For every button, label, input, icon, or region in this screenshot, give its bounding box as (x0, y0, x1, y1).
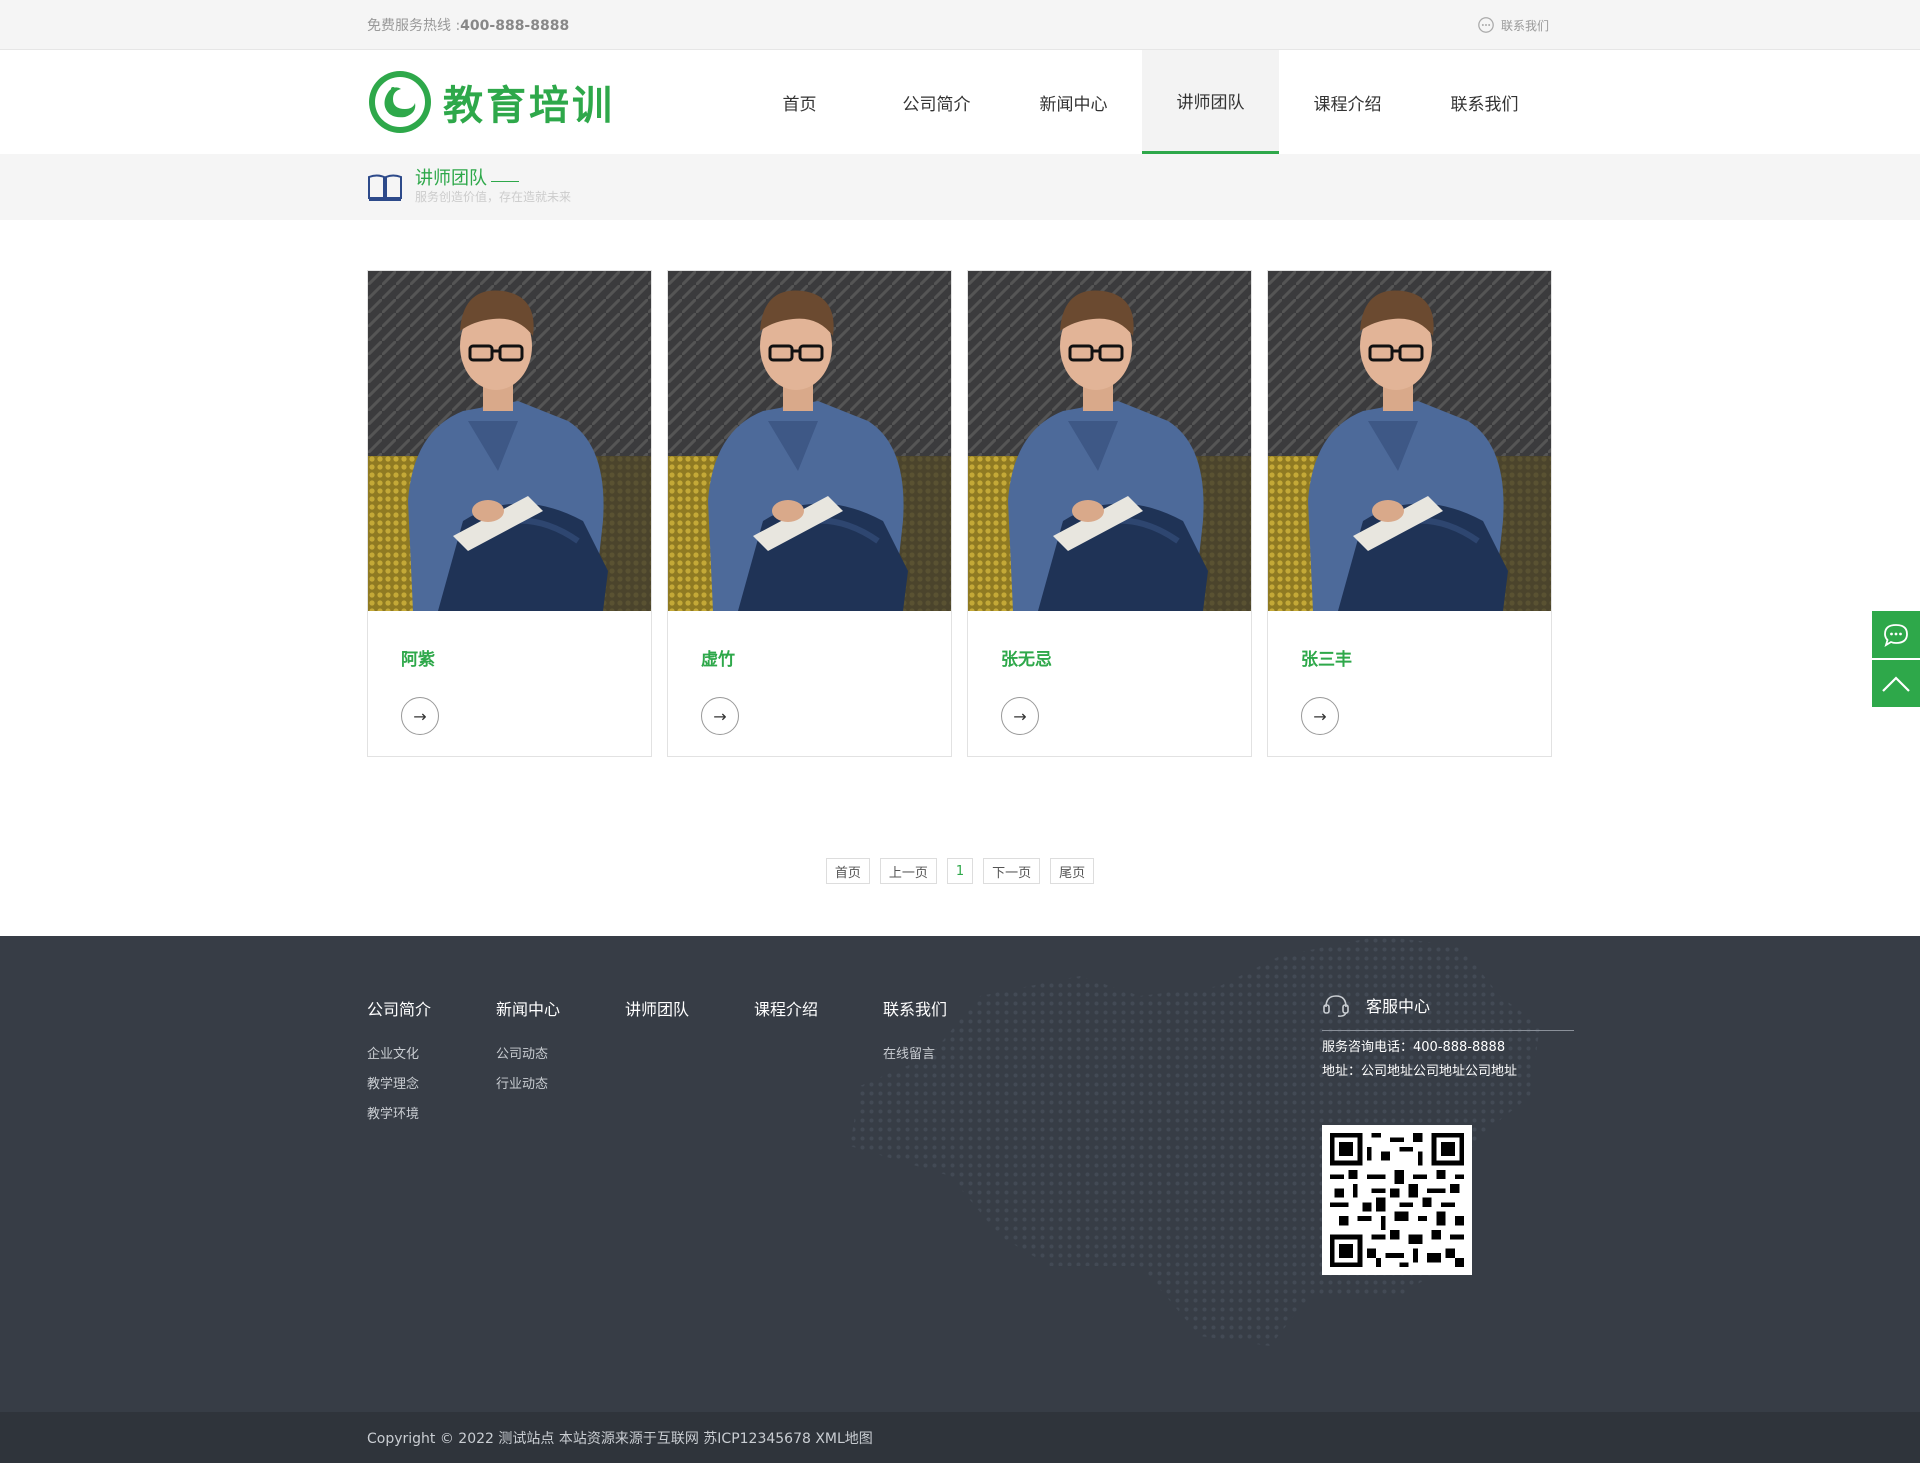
teacher-name[interactable]: 阿紫 (401, 645, 618, 670)
top-contact-label: 联系我们 (1500, 18, 1549, 33)
teacher-name[interactable]: 张无忌 (1001, 645, 1218, 670)
hotline: 免费服务热线 :400-888-8888 (367, 15, 569, 35)
nav-item-courses[interactable]: 课程介绍 (1279, 50, 1416, 154)
more-arrow-button[interactable]: → (1001, 697, 1039, 735)
online-chat-button[interactable] (1872, 611, 1920, 658)
teacher-photo[interactable] (968, 271, 1251, 611)
copyright-text: Copyright © 2022 测试站点 本站资源来源于互联网 苏ICP123… (367, 1430, 873, 1447)
footer-column: 联系我们 在线留言 (883, 996, 1012, 1130)
footer-link[interactable]: 教学理念 (367, 1070, 496, 1100)
teacher-photo-image (968, 271, 1251, 611)
qr-code (1322, 1125, 1472, 1275)
back-to-top-button[interactable] (1872, 660, 1920, 707)
teacher-photo[interactable] (668, 271, 951, 611)
more-arrow-button[interactable]: → (701, 697, 739, 735)
nav-item-home[interactable]: 首页 (731, 50, 868, 154)
teacher-name[interactable]: 张三丰 (1301, 645, 1518, 670)
footer-column-title[interactable]: 课程介绍 (754, 996, 883, 1020)
footer-link[interactable]: 企业文化 (367, 1040, 496, 1070)
footer: 公司简介 企业文化 教学理念 教学环境 新闻中心 公司动态 行业动态 讲师团队 … (0, 936, 1920, 1412)
copyright-bar: Copyright © 2022 测试站点 本站资源来源于互联网 苏ICP123… (0, 1412, 1920, 1463)
footer-link[interactable]: 教学环境 (367, 1100, 496, 1130)
footer-column-title[interactable]: 联系我们 (883, 996, 1012, 1020)
top-bar: 免费服务热线 :400-888-8888 联系我们 (0, 0, 1920, 50)
page-next-button[interactable]: 下一页 (983, 858, 1041, 884)
arrow-right-icon: → (1013, 706, 1027, 726)
teacher-photo-image (368, 271, 651, 611)
teacher-card[interactable]: 张三丰 → (1267, 270, 1552, 757)
nav-item-news[interactable]: 新闻中心 (1005, 50, 1142, 154)
arrow-right-icon: → (413, 706, 427, 726)
arrow-right-icon: → (1313, 706, 1327, 726)
teacher-photo-image (1268, 271, 1551, 611)
footer-link[interactable]: 在线留言 (883, 1040, 1012, 1070)
service-title: 客服中心 (1366, 997, 1431, 1016)
arrow-right-icon: → (713, 706, 727, 726)
more-arrow-button[interactable]: → (1301, 697, 1339, 735)
section-title: 讲师团队 (415, 169, 571, 189)
section-title-text: 讲师团队 (415, 168, 487, 189)
hotline-number: 400-888-8888 (460, 18, 570, 34)
pagination: 首页 上一页 1 下一页 尾页 (367, 858, 1553, 884)
footer-link[interactable]: 公司动态 (496, 1040, 625, 1070)
footer-column: 新闻中心 公司动态 行业动态 (496, 996, 625, 1130)
teacher-card[interactable]: 张无忌 → (967, 270, 1252, 757)
hotline-label: 免费服务热线 : (367, 18, 461, 34)
floating-side-buttons (1872, 611, 1920, 707)
footer-column: 讲师团队 (625, 996, 754, 1130)
footer-column: 公司简介 企业文化 教学理念 教学环境 (367, 996, 496, 1130)
header: 教育培训 首页 公司简介 新闻中心 讲师团队 课程介绍 联系我们 (0, 50, 1920, 154)
logo[interactable]: 教育培训 (367, 69, 615, 135)
main-nav: 首页 公司简介 新闻中心 讲师团队 课程介绍 联系我们 (731, 50, 1553, 154)
service-address: 地址：公司地址公司地址公司地址 (1322, 1064, 1518, 1079)
headset-icon (1323, 995, 1349, 1017)
teacher-photo-image (668, 271, 951, 611)
footer-nav: 公司简介 企业文化 教学理念 教学环境 新闻中心 公司动态 行业动态 讲师团队 … (367, 996, 1012, 1130)
nav-item-teachers[interactable]: 讲师团队 (1142, 50, 1279, 154)
chat-bubble-icon (1478, 17, 1494, 33)
footer-column-title[interactable]: 新闻中心 (496, 996, 625, 1020)
page-last-button[interactable]: 尾页 (1050, 858, 1095, 884)
footer-column: 课程介绍 (754, 996, 883, 1130)
chevron-up-icon (1882, 675, 1910, 692)
qr-code-image (1330, 1133, 1464, 1267)
open-book-icon (368, 174, 402, 201)
nav-item-about[interactable]: 公司简介 (868, 50, 1005, 154)
section-subtitle: 服务创造价值，存在造就未来 (415, 190, 572, 204)
footer-link[interactable]: 行业动态 (496, 1070, 625, 1100)
footer-column-title[interactable]: 讲师团队 (625, 996, 754, 1020)
teacher-card[interactable]: 阿紫 → (367, 270, 652, 757)
nav-item-contact[interactable]: 联系我们 (1416, 50, 1553, 154)
page-prev-button[interactable]: 上一页 (879, 858, 937, 884)
chat-bubble-icon (1884, 623, 1908, 647)
service-phone: 服务咨询电话：400-888-8888 (1322, 1040, 1506, 1055)
footer-column-title[interactable]: 公司简介 (367, 996, 496, 1020)
teacher-name[interactable]: 虚竹 (701, 645, 918, 670)
page-first-button[interactable]: 首页 (825, 858, 870, 884)
more-arrow-button[interactable]: → (401, 697, 439, 735)
top-contact-link[interactable]: 联系我们 (1477, 16, 1549, 34)
customer-service: 客服中心 服务咨询电话：400-888-8888 地址：公司地址公司地址公司地址 (1322, 992, 1574, 1275)
teacher-grid: 阿紫 → 虚竹 → 张无忌 → 张三丰 → (367, 270, 1553, 757)
swan-logo-icon (369, 71, 431, 133)
page-current-button[interactable]: 1 (946, 858, 974, 884)
teacher-card[interactable]: 虚竹 → (667, 270, 952, 757)
title-underline (491, 181, 519, 182)
section-banner: 讲师团队 服务创造价值，存在造就未来 (0, 154, 1920, 220)
teacher-photo[interactable] (1268, 271, 1551, 611)
logo-text: 教育培训 (443, 83, 615, 129)
teacher-photo[interactable] (368, 271, 651, 611)
